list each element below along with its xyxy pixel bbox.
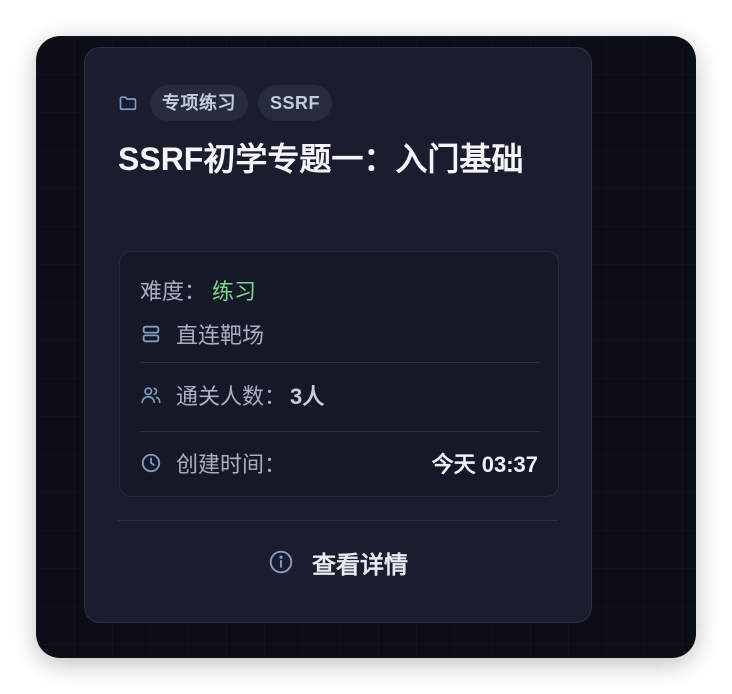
tag-category[interactable]: 专项练习 (150, 85, 248, 121)
server-icon (140, 323, 162, 345)
range-type-label: 直连靶场 (176, 323, 265, 348)
footer-divider (118, 520, 558, 521)
challenge-card[interactable]: 专项练习 SSRF SSRF初学专题一：入门基础 难度： 练习 直连靶场 通关人… (84, 47, 592, 623)
passers-label: 通关人数： (176, 384, 287, 409)
tag-row: 专项练习 SSRF (118, 85, 333, 121)
folder-icon (118, 93, 138, 113)
difficulty-row: 难度： 练习 (140, 274, 538, 306)
view-details-button[interactable]: 查看详情 (118, 538, 558, 586)
tag-topic[interactable]: SSRF (258, 85, 333, 121)
created-label: 创建时间： (176, 452, 287, 477)
created-row: 创建时间： 今天 03:37 (140, 447, 538, 479)
difficulty-value: 练习 (212, 279, 257, 304)
created-label-group: 创建时间： (140, 447, 286, 479)
users-icon (140, 384, 162, 406)
info-icon (268, 549, 294, 575)
passers-row: 通关人数： 3人 (140, 379, 538, 411)
difficulty-label: 难度： (140, 279, 207, 304)
created-time: 今天 03:37 (431, 452, 538, 477)
card-title[interactable]: SSRF初学专题一：入门基础 (118, 138, 523, 180)
range-type-row: 直连靶场 (140, 318, 538, 350)
passers-value: 3人 (290, 384, 325, 409)
info-panel: 难度： 练习 直连靶场 通关人数： 3人 创建时间： 今天 03:37 (119, 251, 559, 497)
clock-icon (140, 452, 162, 474)
screenshot-frame: 专项练习 SSRF SSRF初学专题一：入门基础 难度： 练习 直连靶场 通关人… (36, 36, 696, 658)
view-details-label: 查看详情 (312, 551, 408, 579)
divider (140, 362, 540, 363)
divider (140, 431, 540, 432)
